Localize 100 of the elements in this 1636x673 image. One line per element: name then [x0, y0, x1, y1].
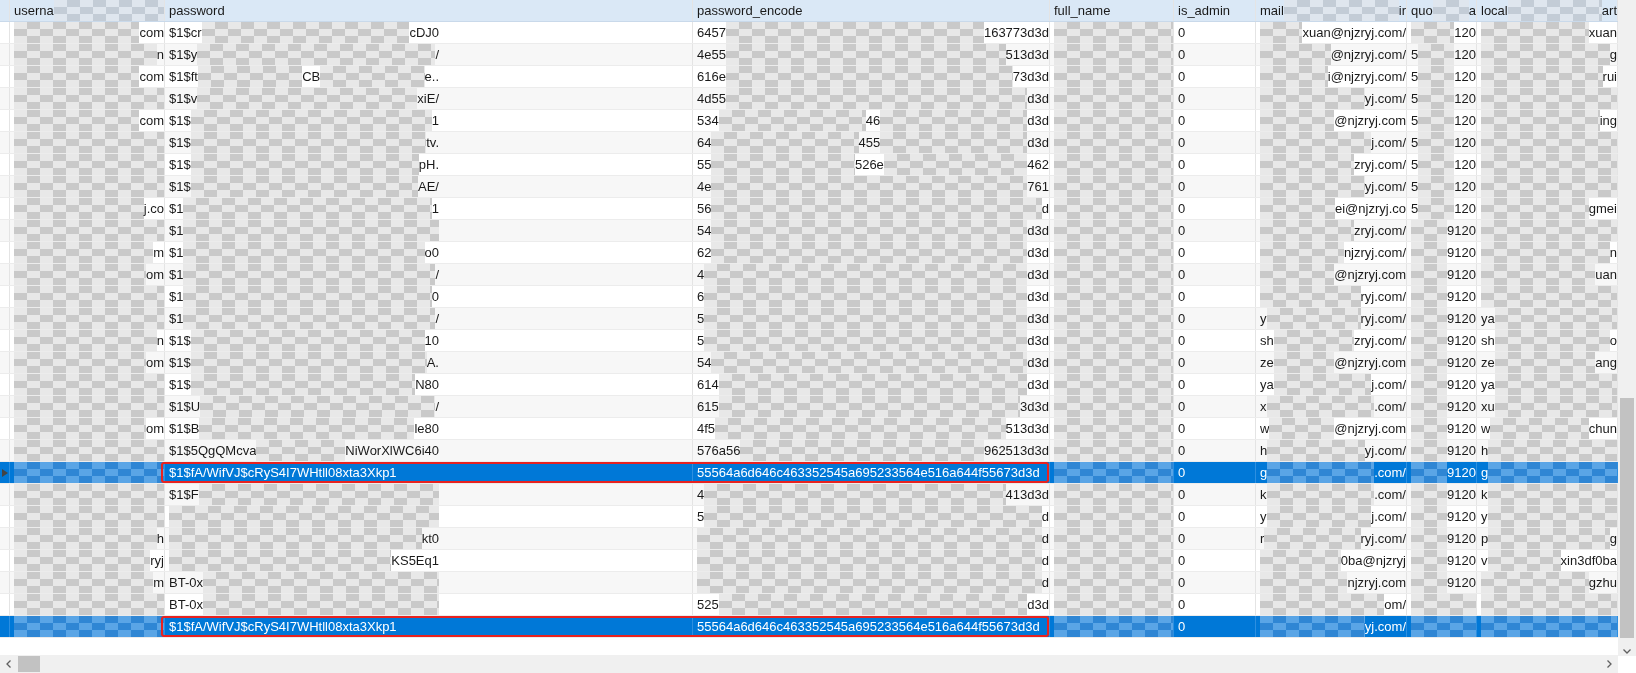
cell-text: 4: [697, 266, 705, 284]
cell-text: 0: [1178, 46, 1186, 64]
cell-text: 9120: [1447, 442, 1476, 460]
cell-text: BT-0x: [169, 596, 203, 614]
cell-text: 0: [1178, 24, 1186, 42]
pixelated-redaction: [1411, 242, 1448, 263]
cell-text: 0: [1178, 354, 1186, 372]
column-header: ir: [1398, 2, 1406, 20]
pixelated-redaction: [1411, 418, 1448, 439]
cell-text: 120: [1454, 156, 1476, 174]
cell-text: 615: [697, 398, 719, 416]
cell-text: 55564a6d646c463352545a695233564e516a644f55673d3d: [697, 464, 1040, 482]
cell-text: 5: [1411, 112, 1419, 130]
table-row[interactable]: m BT-0x d 0 njzryj.com 9120 gzhu: [0, 572, 1618, 594]
cell-text: 9120: [1447, 552, 1476, 570]
column-header: local: [1481, 2, 1508, 20]
table-row[interactable]: n $1$ 10 5 d3d 0 sh zryj.com/ 9120 sh o: [0, 330, 1618, 352]
table-row[interactable]: $1$fA/WifVJ$cRyS4I7WHtll08xta3Xkp1 55564a6d646c463352545a695233564e516a644f55673d3d 0 g .com/ 9120 g: [0, 462, 1618, 484]
table-row[interactable]: $1 54 d3d 0 zryj.com/ 9120: [0, 220, 1618, 242]
scroll-left-icon[interactable]: [4, 659, 14, 669]
pixelated-redaction: [1418, 132, 1455, 153]
cell-text: 513d3d: [1005, 46, 1049, 64]
cell-text: chun: [1588, 420, 1617, 438]
cell-text: $1$F: [169, 486, 199, 504]
table-row[interactable]: $1$ AE/ 4e 761 0 yj.com/ 5 120: [0, 176, 1618, 198]
cell-text: 9120: [1447, 420, 1476, 438]
table-row[interactable]: com $1$ft CB e.. 616e 73d3d 0 i@njzryj.com/ 5 120 rui: [0, 66, 1618, 88]
table-row[interactable]: om $1$B le80 4f5 513d3d 0 w @njzryj.com 9120 w chun: [0, 418, 1618, 440]
cell-text: /: [435, 46, 439, 64]
table-row[interactable]: j.co $1 1 56 d 0 ei@njzryj.co 5 120 gmei: [0, 198, 1618, 220]
pixelated-redaction: [1411, 462, 1448, 483]
table-row[interactable]: $1$v xiE/ 4d55 d3d 0 yj.com/ 5 120: [0, 88, 1618, 110]
cell-text: g: [1481, 464, 1489, 482]
cell-text: 120: [1454, 90, 1476, 108]
scrollbar-thumb[interactable]: [18, 656, 40, 672]
scrollbar-thumb[interactable]: [1620, 398, 1634, 638]
cell-text: 120: [1454, 178, 1476, 196]
cell-text: 4d55: [697, 90, 726, 108]
table-row[interactable]: n $1$y / 4e55 513d3d 0 @njzryj.com/ 5 120 g: [0, 44, 1618, 66]
cell-text: 0: [1178, 442, 1186, 460]
cell-text: j.com/: [1371, 508, 1406, 526]
cell-text: $1: [169, 244, 184, 262]
cell-text: ya: [1260, 376, 1274, 394]
cell-text: 0ba@njzryj: [1340, 552, 1406, 570]
cell-text: 6: [697, 288, 705, 306]
cell-text: $1: [169, 266, 184, 284]
cell-text: ryj.com/: [1360, 310, 1406, 328]
column-header: password: [169, 2, 225, 20]
cell-text: 413d3d: [1005, 486, 1049, 504]
scroll-right-icon[interactable]: [1604, 659, 1614, 669]
scroll-down-icon[interactable]: [1622, 646, 1632, 656]
cell-text: $1$: [169, 156, 191, 174]
table-row[interactable]: om $1$ A. 54 d3d 0 ze @njzryj.com 9120 ze ang: [0, 352, 1618, 374]
table-row[interactable]: $1$ pH. 55 526e 462 0 zryj.com/ 5 120: [0, 154, 1618, 176]
cell-text: $1$: [169, 376, 191, 394]
column-header: quo: [1411, 2, 1433, 20]
cell-text: 0: [1178, 244, 1186, 262]
table-row[interactable]: $1$ N80 614 d3d 0 ya j.com/ 9120 ya: [0, 374, 1618, 396]
cell-text: 3d3d: [1020, 398, 1049, 416]
table-row[interactable]: BT-0x 525 d3d 0 om/: [0, 594, 1618, 616]
pixelated-redaction: [1418, 110, 1455, 131]
cell-text: 56: [697, 200, 712, 218]
cell-text: yj.com/: [1364, 442, 1406, 460]
cell-text: om/: [1384, 596, 1406, 614]
cell-text: o: [1609, 332, 1617, 350]
table-row[interactable]: com $1$cr cDJ0 6457 163773d3d 0 xuan@njzryj.com/ 120 xuan: [0, 22, 1618, 44]
table-row[interactable]: com $1$ 1 534 46 d3d 0 @njzryj.com 5 120 ing: [0, 110, 1618, 132]
cell-text: $1$B: [169, 420, 200, 438]
table-row[interactable]: $1$F 4 413d3d 0 k .com/ 9120 k: [0, 484, 1618, 506]
table-row[interactable]: $1$U / 615 3d3d 0 x .com/ 9120 xu: [0, 396, 1618, 418]
table-row[interactable]: m $1 o0 62 d3d 0 njzryj.com/ 9120 n: [0, 242, 1618, 264]
table-row[interactable]: ryj KS5Eq1 d 0 0ba@njzryj 9120 v xin3df0ba: [0, 550, 1618, 572]
table-row[interactable]: om $1 / 4 d3d 0 @njzryj.com 9120 uan: [0, 264, 1618, 286]
cell-text: d: [1041, 530, 1049, 548]
table-row[interactable]: 5 d 0 y j.com/ 9120 y: [0, 506, 1618, 528]
cell-text: 0: [1178, 596, 1186, 614]
table-row[interactable]: $1$ tv. 64 455 d3d 0 j.com/ 5 120: [0, 132, 1618, 154]
cell-text: h: [156, 530, 164, 548]
cell-text: 0: [431, 288, 439, 306]
cell-text: 6457: [697, 24, 726, 42]
cell-text: pH.: [418, 156, 439, 174]
pixelated-redaction: [1418, 66, 1455, 87]
table-row[interactable]: $1 / 5 d3d 0 y ryj.com/ 9120 ya: [0, 308, 1618, 330]
table-row[interactable]: $1$fA/WifVJ$cRyS4I7WHtll08xta3Xkp1 55564a6d646c463352545a695233564e516a644f55673d3d 0 yj.com/: [0, 616, 1618, 638]
cell-text: njzryj.com/: [1343, 244, 1406, 262]
table-row[interactable]: $1$5QgQMcva NiWorXlWC6i40 576a56 962513d3d 0 h yj.com/ 9120 h: [0, 440, 1618, 462]
table-row[interactable]: h kt0 d 0 r ryj.com/ 9120 p g: [0, 528, 1618, 550]
cell-text: 10: [424, 332, 439, 350]
cell-text: 5: [1411, 68, 1419, 86]
cell-text: ya: [1481, 376, 1495, 394]
cell-text: 525: [697, 596, 719, 614]
cell-text: 0: [1178, 508, 1186, 526]
cell-text: r: [1260, 530, 1265, 548]
column-header: full_name: [1054, 2, 1111, 20]
cell-text: 0: [1178, 222, 1186, 240]
table-row[interactable]: $1 0 6 d3d 0 ryj.com/ 9120: [0, 286, 1618, 308]
cell-text: 4f5: [697, 420, 716, 438]
cell-text: om: [145, 354, 164, 372]
cell-text: 5: [1411, 134, 1419, 152]
cell-text: ze: [1260, 354, 1274, 372]
